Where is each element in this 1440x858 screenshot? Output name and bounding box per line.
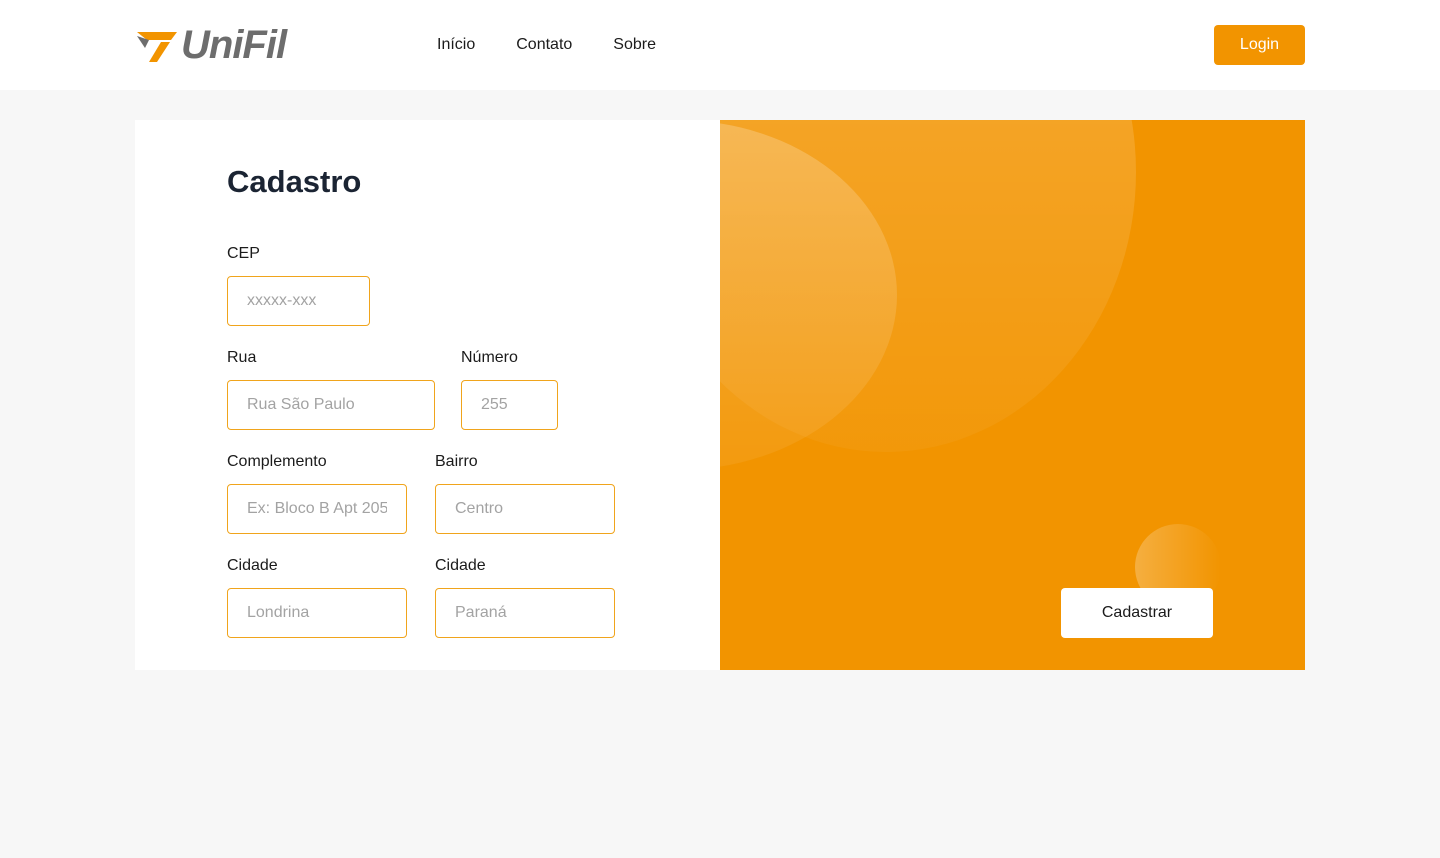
estado-input[interactable] [435, 588, 615, 638]
cep-input[interactable] [227, 276, 370, 326]
complemento-label: Complemento [227, 453, 327, 470]
estado-label: Cidade [435, 557, 486, 574]
cidade-label: Cidade [227, 557, 278, 574]
main-nav: Início Contato Sobre [437, 34, 697, 56]
nav-contato[interactable]: Contato [516, 34, 572, 56]
unifil-logo[interactable]: UniFil [135, 24, 315, 66]
logo-text: UniFil [181, 23, 287, 67]
cep-label: CEP [227, 245, 260, 262]
cidade-input[interactable] [227, 588, 407, 638]
numero-input[interactable] [461, 380, 558, 430]
login-button[interactable]: Login [1214, 25, 1305, 65]
register-form: Cadastro CEP Rua Número Complemento Bair… [135, 120, 720, 670]
numero-label: Número [461, 349, 518, 366]
register-card: Cadastro CEP Rua Número Complemento Bair… [135, 120, 1305, 670]
rua-label: Rua [227, 349, 257, 366]
nav-inicio[interactable]: Início [437, 34, 475, 56]
promo-panel: Cadastrar [720, 120, 1305, 670]
nav-sobre[interactable]: Sobre [613, 34, 656, 56]
top-header: UniFil Início Contato Sobre Login [0, 0, 1440, 90]
rua-input[interactable] [227, 380, 435, 430]
page-title: Cadastro [227, 164, 362, 199]
cadastrar-button[interactable]: Cadastrar [1061, 588, 1213, 638]
bairro-input[interactable] [435, 484, 615, 534]
unifil-logo-icon [137, 32, 177, 62]
complemento-input[interactable] [227, 484, 407, 534]
bairro-label: Bairro [435, 453, 478, 470]
